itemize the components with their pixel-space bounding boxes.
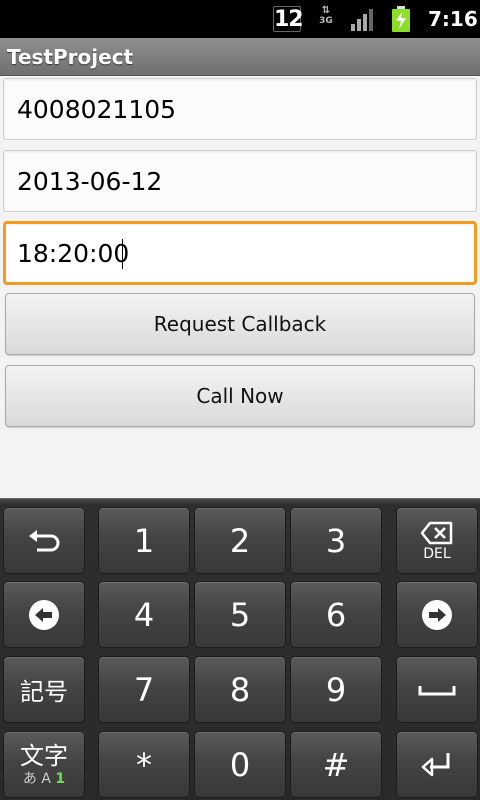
space-icon — [418, 685, 456, 695]
app-title: TestProject — [7, 45, 134, 69]
key-7[interactable]: 7 — [98, 656, 190, 723]
del-label: DEL — [423, 545, 451, 562]
notification-count-icon: 12 — [273, 6, 304, 32]
network-type-label: 3G — [319, 16, 333, 26]
phone-field[interactable] — [4, 79, 476, 139]
right-arrow-icon — [422, 599, 452, 630]
undo-key[interactable] — [3, 507, 85, 574]
text-caret — [122, 239, 123, 269]
key-8[interactable]: 8 — [194, 656, 286, 723]
key-hash[interactable]: # — [290, 731, 382, 798]
date-field[interactable] — [4, 151, 476, 211]
numeric-keyboard: 1 2 3 DEL 4 5 6 記号 7 8 9 文字 あ A 1 * 0 # — [0, 498, 480, 800]
signal-icon — [351, 9, 373, 31]
input-mode-sub: あ A 1 — [23, 772, 65, 786]
key-5[interactable]: 5 — [194, 581, 286, 648]
request-callback-button[interactable]: Request Callback — [5, 293, 475, 355]
key-6[interactable]: 6 — [290, 581, 382, 648]
key-3[interactable]: 3 — [290, 507, 382, 574]
status-bar: 12 ⇅ 3G 7:16 — [0, 0, 480, 38]
data-arrows-icon: ⇅ 3G — [319, 5, 333, 27]
key-9[interactable]: 9 — [290, 656, 382, 723]
delete-key[interactable]: DEL — [396, 507, 478, 574]
key-4[interactable]: 4 — [98, 581, 190, 648]
left-arrow-icon — [29, 599, 59, 630]
title-bar: TestProject — [0, 38, 480, 76]
input-mode-sub-text: あ A — [22, 770, 51, 787]
enter-icon — [421, 752, 450, 776]
space-key[interactable] — [396, 656, 478, 723]
backspace-icon — [420, 521, 453, 544]
date-field-container — [3, 150, 477, 212]
input-mode-sub-num: 1 — [55, 770, 66, 787]
time-field-container — [3, 221, 477, 285]
input-mode-label: 文字 — [20, 741, 68, 770]
symbols-label: 記号 — [20, 678, 68, 706]
cursor-right-key[interactable] — [396, 581, 478, 648]
time-field[interactable] — [6, 224, 474, 282]
key-0[interactable]: 0 — [194, 731, 286, 798]
input-mode-key[interactable]: 文字 あ A 1 — [3, 731, 85, 798]
phone-field-container — [3, 78, 477, 140]
call-now-button[interactable]: Call Now — [5, 365, 475, 427]
undo-icon — [29, 529, 60, 551]
battery-charging-icon — [392, 6, 410, 32]
status-time: 7:16 — [428, 7, 478, 31]
key-2[interactable]: 2 — [194, 507, 286, 574]
key-1[interactable]: 1 — [98, 507, 190, 574]
cursor-left-key[interactable] — [3, 581, 85, 648]
key-star[interactable]: * — [98, 731, 190, 798]
enter-key[interactable] — [396, 731, 478, 798]
symbols-key[interactable]: 記号 — [3, 656, 85, 723]
